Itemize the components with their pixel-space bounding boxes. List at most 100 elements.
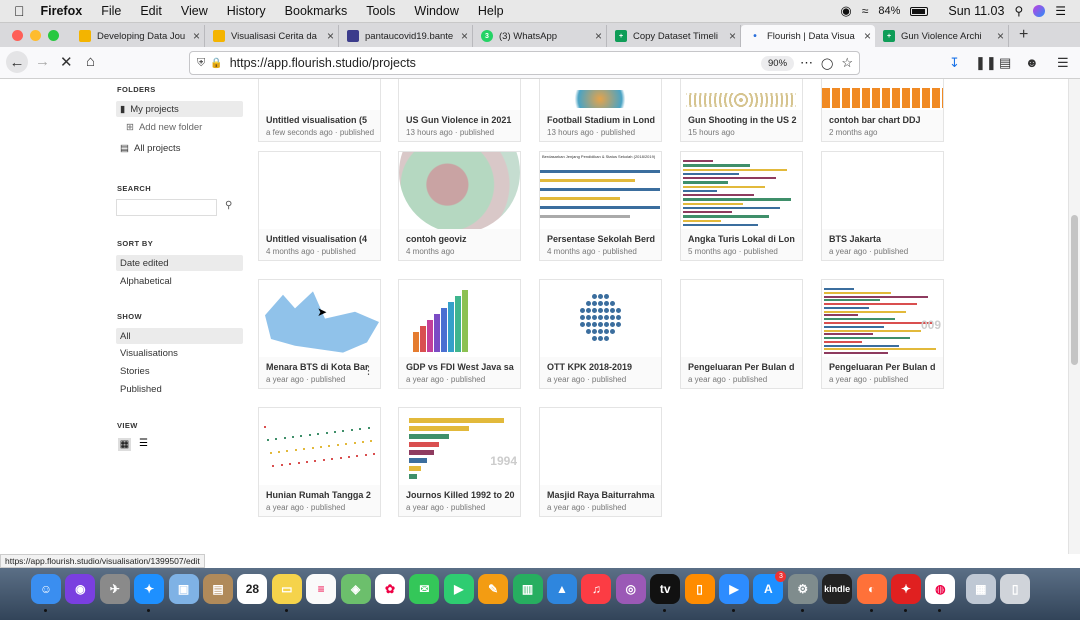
list-view-icon[interactable]: ☰ <box>139 438 148 449</box>
apple-menu-icon[interactable]:  <box>14 3 25 19</box>
grid-view-icon[interactable]: ▦ <box>118 438 131 451</box>
project-title[interactable]: OTT KPK 2018-2019 <box>547 362 657 372</box>
finder-icon[interactable]: ☺ <box>31 574 61 604</box>
chrome-icon[interactable]: ◍ <box>925 574 956 604</box>
books-icon[interactable]: ▯ <box>684 574 715 604</box>
project-card[interactable]: Untitled visualisation (4 4 months ago · … <box>258 151 381 261</box>
project-thumbnail[interactable] <box>681 280 802 357</box>
project-card[interactable]: US Gun Violence in 2021 13 hours ago · pu… <box>398 79 521 142</box>
menu-app-name[interactable]: Firefox <box>41 4 83 18</box>
card-options-icon[interactable]: ⋮ <box>363 364 374 377</box>
project-card[interactable]: Football Stadium in Lond 13 hours ago · p… <box>539 79 662 142</box>
project-title[interactable]: Persentase Sekolah Berd <box>547 234 657 244</box>
project-card[interactable]: Gun Shooting in the US 2 15 hours ago <box>680 79 803 142</box>
tab-close-icon[interactable]: × <box>461 29 468 43</box>
forward-button[interactable]: → <box>35 53 50 70</box>
facetime-icon[interactable]: ▶ <box>443 574 474 604</box>
show-all[interactable]: All <box>116 328 243 344</box>
project-card[interactable]: Angka Turis Lokal di Lon 5 months ago · p… <box>680 151 803 261</box>
pages-icon[interactable]: ✎ <box>478 574 509 604</box>
project-thumbnail[interactable]: 009 <box>822 280 943 357</box>
project-title[interactable]: contoh bar chart DDJ <box>829 115 939 125</box>
tab-flourish-active[interactable]: • Flourish | Data Visua × <box>741 25 875 47</box>
search-input[interactable] <box>116 199 217 216</box>
battery-icon[interactable] <box>910 6 929 16</box>
reminders-icon[interactable]: ≡ <box>306 574 337 604</box>
project-thumbnail[interactable] <box>399 79 520 110</box>
project-title[interactable]: Menara BTS di Kota Bar <box>266 362 376 372</box>
scrollbar-thumb[interactable] <box>1071 215 1078 365</box>
maps-icon[interactable]: ◈ <box>340 574 371 604</box>
contacts-icon[interactable]: ▤ <box>203 574 233 604</box>
back-button[interactable]: ← <box>6 51 28 73</box>
sidebar-icon[interactable]: ▤ <box>999 55 1011 71</box>
home-icon[interactable]: ⌂ <box>86 53 95 70</box>
download-icon[interactable]: ↧ <box>949 55 960 71</box>
music-icon[interactable]: ♫ <box>581 574 612 604</box>
library-icon[interactable]: ❚❚ <box>975 55 997 71</box>
tab-pantaucovid[interactable]: pantaucovid19.bante × <box>339 25 473 47</box>
project-title[interactable]: US Gun Violence in 2021 <box>406 115 516 125</box>
url-text[interactable]: https://app.flourish.studio/projects <box>230 56 416 70</box>
project-card[interactable]: 1994 Journos Killed 1992 to 20 a year ago … <box>398 407 521 517</box>
project-thumbnail[interactable]: 1994 <box>399 408 520 485</box>
project-title[interactable]: Pengeluaran Per Bulan d <box>688 362 798 372</box>
menu-view[interactable]: View <box>181 4 208 18</box>
project-card[interactable]: OTT KPK 2018-2019 a year ago · published <box>539 279 662 389</box>
bookmark-star-icon[interactable]: ☆ <box>841 55 853 71</box>
firefox-icon[interactable]: ◐ <box>856 574 887 604</box>
spotlight-search-icon[interactable]: ⚲ <box>1014 4 1023 18</box>
project-card[interactable]: Pengeluaran Per Bulan d a year ago · publ… <box>680 279 803 389</box>
show-stories[interactable]: Stories <box>116 363 243 379</box>
project-card[interactable]: Berdasarkan Jenjang Pendidikan & Status … <box>539 151 662 261</box>
project-thumbnail[interactable] <box>399 152 520 229</box>
menu-history[interactable]: History <box>227 4 266 18</box>
project-thumbnail[interactable] <box>822 79 943 110</box>
page-scrollbar[interactable] <box>1068 79 1080 554</box>
project-title[interactable]: Pengeluaran Per Bulan d <box>829 362 939 372</box>
tab-close-icon[interactable]: × <box>997 29 1004 43</box>
project-card[interactable]: Menara BTS di Kota Bar a year ago · publi… <box>258 279 381 389</box>
sort-alphabetical[interactable]: Alphabetical <box>116 273 243 289</box>
siri-icon[interactable] <box>1033 5 1046 17</box>
tab-gun-violence[interactable]: + Gun Violence Archi × <box>875 25 1009 47</box>
project-thumbnail[interactable] <box>681 152 802 229</box>
project-title[interactable]: contoh geoviz <box>406 234 516 244</box>
menu-bookmarks[interactable]: Bookmarks <box>285 4 348 18</box>
tab-developing-data[interactable]: Developing Data Jou × <box>71 25 205 47</box>
project-thumbnail[interactable] <box>540 79 661 110</box>
project-title[interactable]: Journos Killed 1992 to 20 <box>406 490 516 500</box>
menu-help[interactable]: Help <box>478 4 504 18</box>
notes-icon[interactable]: ▭ <box>271 574 302 604</box>
project-thumbnail[interactable] <box>681 79 802 110</box>
hamburger-menu-icon[interactable]: ☰ <box>1057 55 1069 71</box>
lock-icon[interactable]: 🔒 <box>210 58 222 69</box>
creative-cloud-icon[interactable]: ◉ <box>840 3 851 19</box>
project-title[interactable]: BTS Jakarta <box>829 234 939 244</box>
zoom-level-badge[interactable]: 90% <box>761 55 795 71</box>
menu-window[interactable]: Window <box>414 4 458 18</box>
tab-visualisasi-cerita[interactable]: Visualisasi Cerita da × <box>205 25 339 47</box>
project-title[interactable]: Untitled visualisation (5 <box>266 115 376 125</box>
zoom-icon[interactable]: ▶ <box>719 574 749 604</box>
project-title[interactable]: Angka Turis Lokal di Lon <box>688 234 798 244</box>
page-actions-icon[interactable]: ⋯ <box>800 55 813 71</box>
numbers-icon[interactable]: ▥ <box>512 574 543 604</box>
project-card[interactable]: 009 Pengeluaran Per Bulan d a year ago · p… <box>821 279 944 389</box>
tab-close-icon[interactable]: × <box>864 29 871 43</box>
notification-center-icon[interactable]: ☰ <box>1055 4 1066 18</box>
project-card[interactable]: contoh geoviz 4 months ago <box>398 151 521 261</box>
project-thumbnail[interactable]: Berdasarkan Jenjang Pendidikan & Status … <box>540 152 661 229</box>
project-card[interactable]: contoh bar chart DDJ 2 months ago <box>821 79 944 142</box>
safari-icon[interactable]: ✦ <box>134 574 165 604</box>
project-thumbnail[interactable] <box>259 79 380 110</box>
keynote-icon[interactable]: ▲ <box>547 574 577 604</box>
add-new-folder-link[interactable]: ⊞ Add new folder <box>116 119 243 135</box>
clock[interactable]: Sun 11.03 <box>948 4 1004 18</box>
project-thumbnail[interactable] <box>259 152 380 229</box>
close-window-button[interactable] <box>12 30 23 41</box>
project-card[interactable]: Hunian Rumah Tangga 2 a year ago · publis… <box>258 407 381 517</box>
system-preferences-icon[interactable]: ⚙ <box>787 574 818 604</box>
project-title[interactable]: GDP vs FDI West Java sa <box>406 362 516 372</box>
acrobat-icon[interactable]: ✦ <box>891 574 921 604</box>
